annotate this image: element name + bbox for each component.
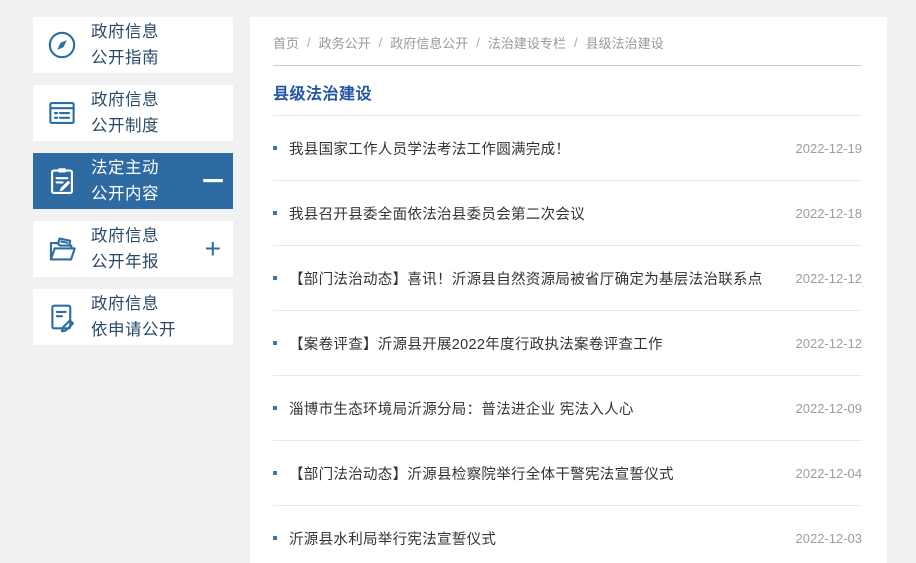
breadcrumb-current-page: 县级法治建设 bbox=[585, 36, 664, 51]
article-title-link[interactable]: 我县国家工作人员学法考法工作圆满完成！ bbox=[289, 138, 784, 159]
bullet-icon bbox=[273, 211, 277, 215]
bullet-icon bbox=[273, 341, 277, 345]
breadcrumb: 首页 / 政务公开 / 政府信息公开 / 法治建设专栏 / 县级法治建设 bbox=[273, 17, 862, 66]
breadcrumb-rule-of-law-column[interactable]: 法治建设专栏 bbox=[488, 33, 566, 52]
article-row[interactable]: 【部门法治动态】沂源县检察院举行全体干警宪法宣誓仪式 2022-12-04 bbox=[273, 441, 862, 506]
sidebar-item-gov-info-guide[interactable]: 政府信息 公开指南 bbox=[33, 17, 233, 73]
breadcrumb-separator: / bbox=[378, 35, 383, 50]
breadcrumb-separator: / bbox=[307, 35, 311, 50]
doc-pencil-icon bbox=[33, 300, 91, 334]
breadcrumb-separator: / bbox=[573, 35, 578, 50]
sidebar-item-annual-report[interactable]: 政府信息 公开年报 + bbox=[33, 221, 233, 277]
sidebar-item-label: 政府信息 公开制度 bbox=[91, 91, 159, 135]
bullet-icon bbox=[273, 536, 277, 540]
article-title-link[interactable]: 淄博市生态环境局沂源分局：普法进企业 宪法入人心 bbox=[289, 398, 784, 419]
breadcrumb-gov-info-disclosure[interactable]: 政府信息公开 bbox=[390, 33, 468, 52]
article-title-link[interactable]: 【案卷评查】沂源县开展2022年度行政执法案卷评查工作 bbox=[289, 333, 784, 354]
article-date: 2022-12-12 bbox=[795, 335, 863, 351]
sidebar-item-statutory-disclosure[interactable]: 法定主动 公开内容 − bbox=[33, 153, 233, 209]
compass-icon bbox=[33, 28, 91, 62]
clipboard-pen-icon bbox=[33, 164, 91, 198]
sidebar-item-label: 政府信息 依申请公开 bbox=[91, 295, 176, 339]
article-row[interactable]: 沂源县水利局举行宪法宣誓仪式 2022-12-03 bbox=[273, 506, 862, 563]
sidebar-item-label: 政府信息 公开指南 bbox=[91, 23, 159, 67]
page-title: 县级法治建设 bbox=[273, 66, 862, 116]
collapse-icon[interactable]: − bbox=[201, 167, 224, 195]
article-title-link[interactable]: 【部门法治动态】沂源县检察院举行全体干警宪法宣誓仪式 bbox=[289, 463, 784, 484]
article-date: 2022-12-19 bbox=[795, 140, 863, 156]
article-title-link[interactable]: 我县召开县委全面依法治县委员会第二次会议 bbox=[289, 203, 784, 224]
bullet-icon bbox=[273, 276, 277, 280]
article-date: 2022-12-12 bbox=[795, 270, 863, 286]
bullet-icon bbox=[273, 146, 277, 150]
article-row[interactable]: 【案卷评查】沂源县开展2022年度行政执法案卷评查工作 2022-12-12 bbox=[273, 311, 862, 376]
article-list: 我县国家工作人员学法考法工作圆满完成！ 2022-12-19 我县召开县委全面依… bbox=[273, 116, 862, 563]
expand-icon[interactable]: + bbox=[205, 235, 221, 263]
article-row[interactable]: 我县国家工作人员学法考法工作圆满完成！ 2022-12-19 bbox=[273, 116, 862, 181]
article-date: 2022-12-09 bbox=[795, 400, 863, 416]
article-title-link[interactable]: 【部门法治动态】喜讯！沂源县自然资源局被省厅确定为基层法治联系点 bbox=[289, 268, 784, 289]
breadcrumb-home[interactable]: 首页 bbox=[273, 33, 299, 52]
article-date: 2022-12-18 bbox=[795, 205, 863, 221]
article-date: 2022-12-03 bbox=[795, 530, 863, 546]
article-title-link[interactable]: 沂源县水利局举行宪法宣誓仪式 bbox=[289, 528, 784, 549]
article-row[interactable]: 我县召开县委全面依法治县委员会第二次会议 2022-12-18 bbox=[273, 181, 862, 246]
article-row[interactable]: 【部门法治动态】喜讯！沂源县自然资源局被省厅确定为基层法治联系点 2022-12… bbox=[273, 246, 862, 311]
sidebar-item-gov-info-system[interactable]: 政府信息 公开制度 bbox=[33, 85, 233, 141]
sidebar: 政府信息 公开指南 政府信息 公开制度 法定主动 公开内容 − 政府信息 公开年… bbox=[33, 17, 233, 357]
sidebar-item-label: 政府信息 公开年报 bbox=[91, 227, 159, 271]
breadcrumb-zhengwu-gongkai[interactable]: 政务公开 bbox=[319, 33, 371, 52]
document-list-icon bbox=[33, 96, 91, 130]
article-date: 2022-12-04 bbox=[795, 465, 863, 481]
bullet-icon bbox=[273, 471, 277, 475]
main-content-panel: 首页 / 政务公开 / 政府信息公开 / 法治建设专栏 / 县级法治建设 县级法… bbox=[250, 17, 887, 563]
article-row[interactable]: 淄博市生态环境局沂源分局：普法进企业 宪法入人心 2022-12-09 bbox=[273, 376, 862, 441]
bullet-icon bbox=[273, 406, 277, 410]
sidebar-item-label: 法定主动 公开内容 bbox=[91, 159, 159, 203]
folder-doc-icon bbox=[33, 232, 91, 266]
sidebar-item-disclosure-on-request[interactable]: 政府信息 依申请公开 bbox=[33, 289, 233, 345]
breadcrumb-separator: / bbox=[476, 35, 480, 50]
